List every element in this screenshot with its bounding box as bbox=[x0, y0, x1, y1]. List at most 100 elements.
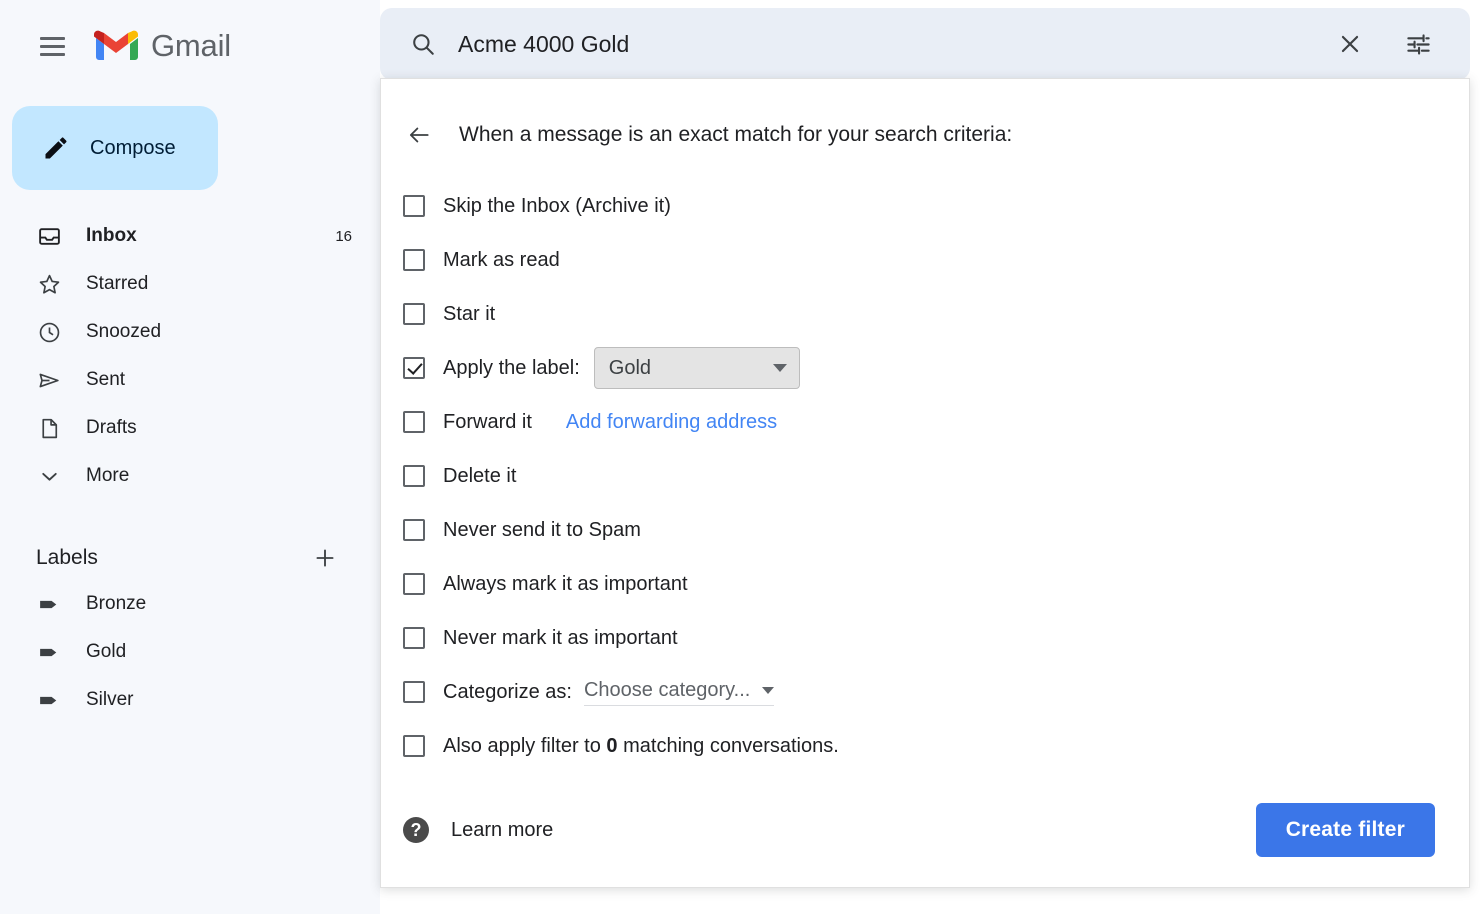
create-filter-dialog: When a message is an exact match for you… bbox=[380, 78, 1470, 888]
brand-bar: Gmail bbox=[0, 0, 380, 92]
hamburger-menu-icon[interactable] bbox=[28, 22, 76, 70]
checkbox-categorize-as[interactable] bbox=[403, 681, 425, 703]
sidebar: Gmail Compose Inbox 16 Starred Snoozed S… bbox=[0, 0, 380, 914]
checkbox-always-important[interactable] bbox=[403, 573, 425, 595]
back-arrow-icon[interactable] bbox=[401, 117, 437, 153]
sidebar-label-silver[interactable]: Silver bbox=[0, 676, 380, 724]
sidebar-item-drafts[interactable]: Drafts bbox=[0, 404, 380, 452]
also-apply-prefix: Also apply filter to bbox=[443, 734, 601, 757]
compose-label: Compose bbox=[90, 136, 176, 159]
filter-row-label: Forward it bbox=[443, 410, 532, 433]
label-name: Bronze bbox=[86, 593, 147, 614]
filter-row-always-important[interactable]: Always mark it as important bbox=[401, 557, 1469, 611]
matching-count: 0 bbox=[606, 734, 618, 757]
checkbox-delete-it[interactable] bbox=[403, 465, 425, 487]
checkbox-forward-it[interactable] bbox=[403, 411, 425, 433]
filter-row-also-apply[interactable]: Also apply filter to 0 matching conversa… bbox=[401, 719, 1469, 773]
checkbox-also-apply-filter[interactable] bbox=[403, 735, 425, 757]
create-filter-button[interactable]: Create filter bbox=[1255, 803, 1435, 857]
search-bar bbox=[380, 8, 1470, 80]
sidebar-item-inbox[interactable]: Inbox 16 bbox=[0, 212, 380, 260]
label-tag-icon bbox=[36, 591, 62, 617]
label-name: Silver bbox=[86, 689, 134, 710]
search-input[interactable] bbox=[444, 29, 1328, 59]
sidebar-item-label: Inbox bbox=[86, 225, 137, 246]
filter-row-apply-label[interactable]: Apply the label: Gold bbox=[401, 341, 1469, 395]
sidebar-item-label: Starred bbox=[86, 273, 149, 294]
gmail-logo[interactable]: Gmail bbox=[94, 28, 231, 64]
send-icon bbox=[36, 367, 62, 393]
close-icon[interactable] bbox=[1328, 22, 1372, 66]
sidebar-item-label: Sent bbox=[86, 369, 126, 390]
filter-row-star-it[interactable]: Star it bbox=[401, 287, 1469, 341]
labels-list: Bronze Gold Silver bbox=[0, 580, 380, 724]
inbox-icon bbox=[36, 223, 62, 249]
filter-row-label: Star it bbox=[443, 302, 496, 325]
filter-row-label: Skip the Inbox (Archive it) bbox=[443, 194, 671, 217]
checkbox-star-it[interactable] bbox=[403, 303, 425, 325]
filter-row-never-important[interactable]: Never mark it as important bbox=[401, 611, 1469, 665]
checkbox-never-important[interactable] bbox=[403, 627, 425, 649]
clock-icon bbox=[36, 319, 62, 345]
category-select[interactable]: Choose category... bbox=[583, 678, 775, 706]
sidebar-label-bronze[interactable]: Bronze bbox=[0, 580, 380, 628]
tune-icon[interactable] bbox=[1396, 22, 1440, 66]
filter-row-never-spam[interactable]: Never send it to Spam bbox=[401, 503, 1469, 557]
sidebar-label-gold[interactable]: Gold bbox=[0, 628, 380, 676]
compose-button[interactable]: Compose bbox=[12, 106, 218, 190]
filter-row-label: Mark as read bbox=[443, 248, 560, 271]
sidebar-item-snoozed[interactable]: Snoozed bbox=[0, 308, 380, 356]
label-select[interactable]: Gold bbox=[593, 347, 800, 389]
sidebar-item-starred[interactable]: Starred bbox=[0, 260, 380, 308]
checkbox-skip-inbox[interactable] bbox=[403, 195, 425, 217]
filter-row-label: Also apply filter to 0 matching conversa… bbox=[443, 735, 839, 758]
learn-more-link[interactable]: Learn more bbox=[451, 819, 553, 842]
labels-header: Labels bbox=[0, 536, 380, 580]
search-icon[interactable] bbox=[402, 23, 444, 65]
filter-row-forward-it[interactable]: Forward it Add forwarding address bbox=[401, 395, 1469, 449]
sidebar-item-label: Drafts bbox=[86, 417, 137, 438]
gmail-logo-icon bbox=[94, 30, 138, 60]
filter-row-label: Never send it to Spam bbox=[443, 518, 641, 541]
dialog-footer: ? Learn more Create filter bbox=[381, 803, 1469, 857]
filter-row-label: Categorize as: bbox=[443, 680, 572, 703]
dialog-header: When a message is an exact match for you… bbox=[381, 79, 1469, 153]
chevron-down-icon bbox=[772, 364, 787, 372]
checkbox-mark-as-read[interactable] bbox=[403, 249, 425, 271]
star-icon bbox=[36, 271, 62, 297]
plus-icon[interactable] bbox=[310, 543, 340, 573]
filter-actions-list: Skip the Inbox (Archive it) Mark as read… bbox=[381, 179, 1469, 773]
document-icon bbox=[36, 415, 62, 441]
label-name: Gold bbox=[86, 641, 127, 662]
chevron-down-icon bbox=[36, 463, 62, 489]
add-forwarding-address-link[interactable]: Add forwarding address bbox=[566, 411, 777, 434]
sidebar-item-more[interactable]: More bbox=[0, 452, 380, 500]
filter-row-categorize-as[interactable]: Categorize as: Choose category... bbox=[401, 665, 1469, 719]
category-select-value: Choose category... bbox=[583, 678, 751, 701]
filter-row-mark-as-read[interactable]: Mark as read bbox=[401, 233, 1469, 287]
filter-row-label: Always mark it as important bbox=[443, 572, 688, 595]
sidebar-item-label: Snoozed bbox=[86, 321, 162, 342]
filter-row-label: Never mark it as important bbox=[443, 626, 678, 649]
filter-row-skip-inbox[interactable]: Skip the Inbox (Archive it) bbox=[401, 179, 1469, 233]
also-apply-suffix: matching conversations. bbox=[623, 734, 839, 757]
chevron-down-icon bbox=[762, 686, 775, 694]
sidebar-item-sent[interactable]: Sent bbox=[0, 356, 380, 404]
dialog-title: When a message is an exact match for you… bbox=[459, 123, 1013, 146]
label-tag-icon bbox=[36, 687, 62, 713]
label-tag-icon bbox=[36, 639, 62, 665]
gmail-app: Gmail Compose Inbox 16 Starred Snoozed S… bbox=[0, 0, 1480, 914]
filter-row-label: Apply the label: bbox=[443, 356, 580, 379]
help-circle-icon[interactable]: ? bbox=[403, 817, 429, 843]
checkbox-never-spam[interactable] bbox=[403, 519, 425, 541]
pencil-icon bbox=[45, 137, 67, 159]
gmail-wordmark: Gmail bbox=[151, 28, 231, 63]
sidebar-item-label: More bbox=[86, 465, 130, 486]
checkbox-apply-label[interactable] bbox=[403, 357, 425, 379]
labels-title: Labels bbox=[36, 546, 98, 569]
filter-row-delete-it[interactable]: Delete it bbox=[401, 449, 1469, 503]
inbox-count: 16 bbox=[335, 227, 352, 245]
nav-list: Inbox 16 Starred Snoozed Sent Drafts Mor… bbox=[0, 212, 380, 500]
label-select-value: Gold bbox=[608, 356, 652, 379]
filter-row-label: Delete it bbox=[443, 464, 517, 487]
